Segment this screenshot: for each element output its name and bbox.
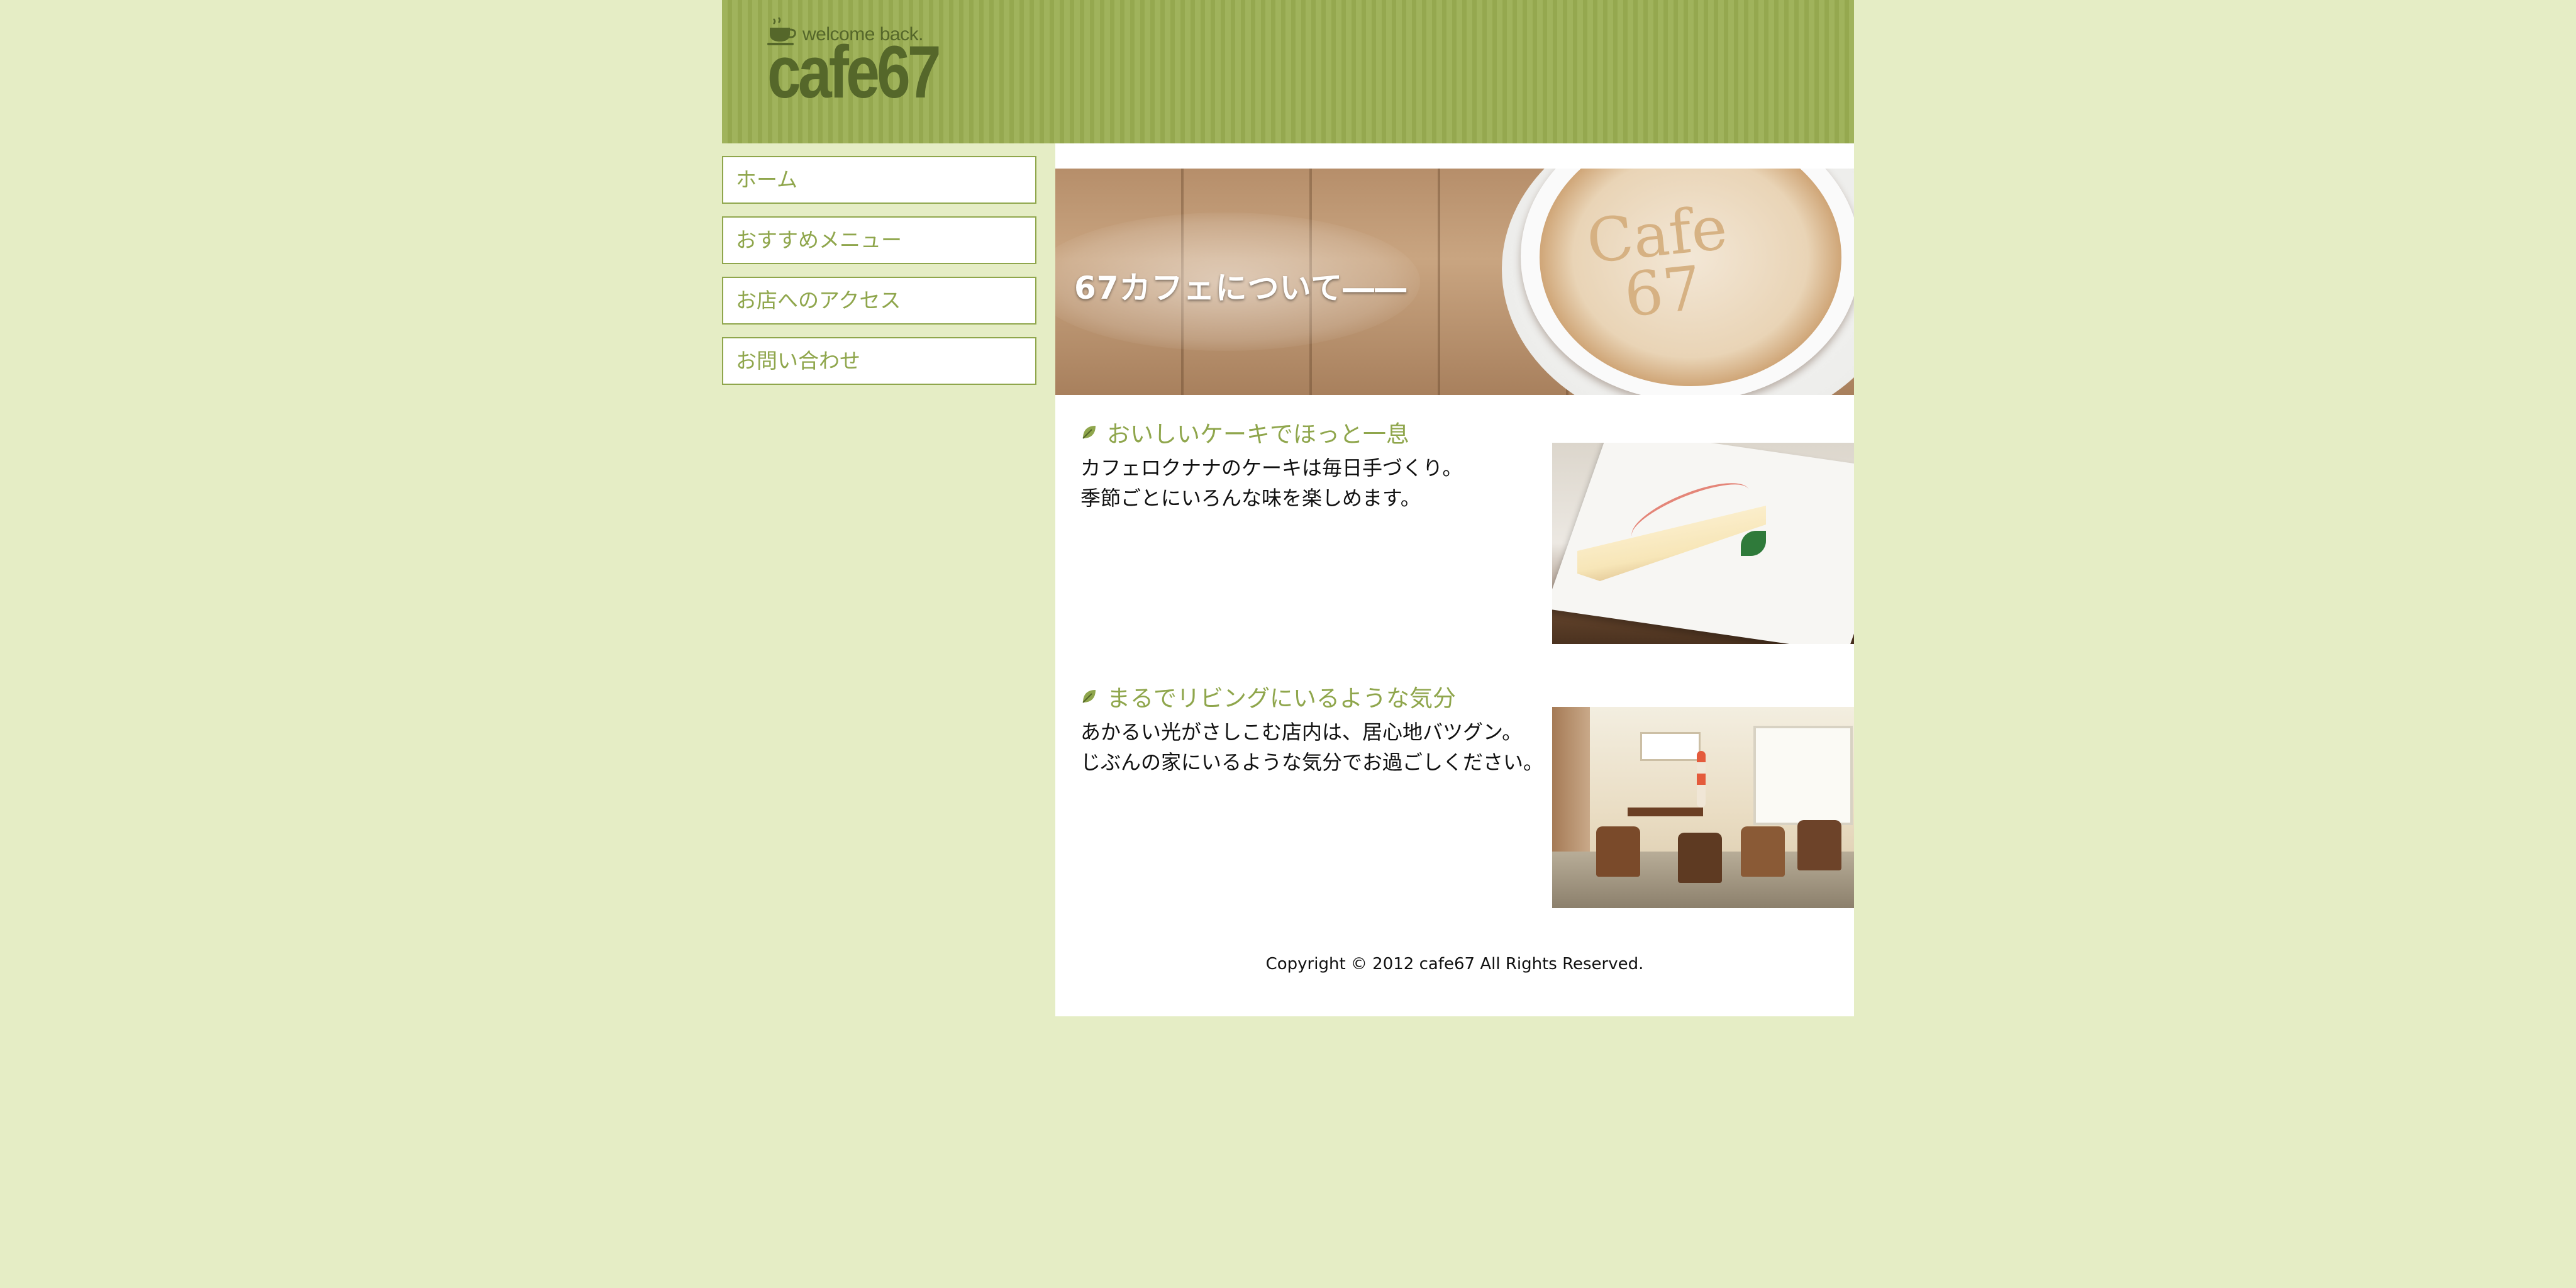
main-content: Cafe 67 67カフェについて―― おいしいケーキでほっと一息 カフェロクナナ… [1055, 143, 1854, 1016]
chair [1596, 826, 1640, 877]
hanging-lamp [1697, 751, 1706, 808]
section-heading: おいしいケーキでほっと一息 [1080, 418, 1409, 448]
section-title: おいしいケーキでほっと一息 [1107, 421, 1409, 448]
section-interior: まるでリビングにいるような気分 あかるい光がさしこむ店内は、居心地バツグン。 じ… [1080, 682, 1854, 908]
section-line: 季節ごとにいろんな味を楽しめます。 [1080, 486, 1421, 510]
hero-caption: 67カフェについて―― [1074, 270, 1407, 306]
section-line: カフェロクナナのケーキは毎日手づくり。 [1080, 456, 1463, 480]
table [1628, 808, 1703, 816]
section-title: まるでリビングにいるような気分 [1107, 685, 1456, 712]
logo-wordmark: cafe67 [767, 31, 941, 114]
leaf-icon [1082, 426, 1096, 439]
page: welcome back. cafe67 ホーム おすすめメニュー お店へのアク… [722, 0, 1854, 1016]
site-logo[interactable]: welcome back. cafe67 [767, 15, 981, 116]
section-body: あかるい光がさしこむ店内は、居心地バツグン。 じぶんの家にいるような気分でお過ご… [1080, 717, 1543, 777]
chair [1797, 820, 1841, 870]
window [1640, 732, 1701, 761]
section-body: カフェロクナナのケーキは毎日手づくり。 季節ごとにいろんな味を楽しめます。 [1080, 453, 1462, 513]
sidebar-nav: ホーム おすすめメニュー お店へのアクセス お問い合わせ [722, 156, 1036, 397]
hero-banner: Cafe 67 67カフェについて―― [1055, 169, 1854, 395]
chair [1678, 833, 1722, 883]
nav-item-contact[interactable]: お問い合わせ [722, 337, 1036, 385]
chair [1741, 826, 1785, 877]
nav-item-access[interactable]: お店へのアクセス [722, 277, 1036, 325]
leaf-icon [1082, 690, 1096, 703]
section-line: じぶんの家にいるような気分でお過ごしください。 [1080, 750, 1544, 774]
nav-item-home[interactable]: ホーム [722, 156, 1036, 204]
latte-art-logo: Cafe 67 [1583, 192, 1731, 331]
site-header: welcome back. cafe67 [722, 0, 1854, 143]
footer-copyright: Copyright © 2012 cafe67 All Rights Reser… [1265, 955, 1644, 974]
section-cake: おいしいケーキでほっと一息 カフェロクナナのケーキは毎日手づくり。 季節ごとにい… [1080, 418, 1854, 644]
section-line: あかるい光がさしこむ店内は、居心地バツグン。 [1080, 720, 1523, 744]
window [1753, 726, 1853, 825]
nav-item-recommended-menu[interactable]: おすすめメニュー [722, 216, 1036, 264]
cake-photo [1552, 443, 1854, 644]
cafe-interior-photo [1552, 707, 1854, 908]
section-heading: まるでリビングにいるような気分 [1080, 682, 1456, 712]
